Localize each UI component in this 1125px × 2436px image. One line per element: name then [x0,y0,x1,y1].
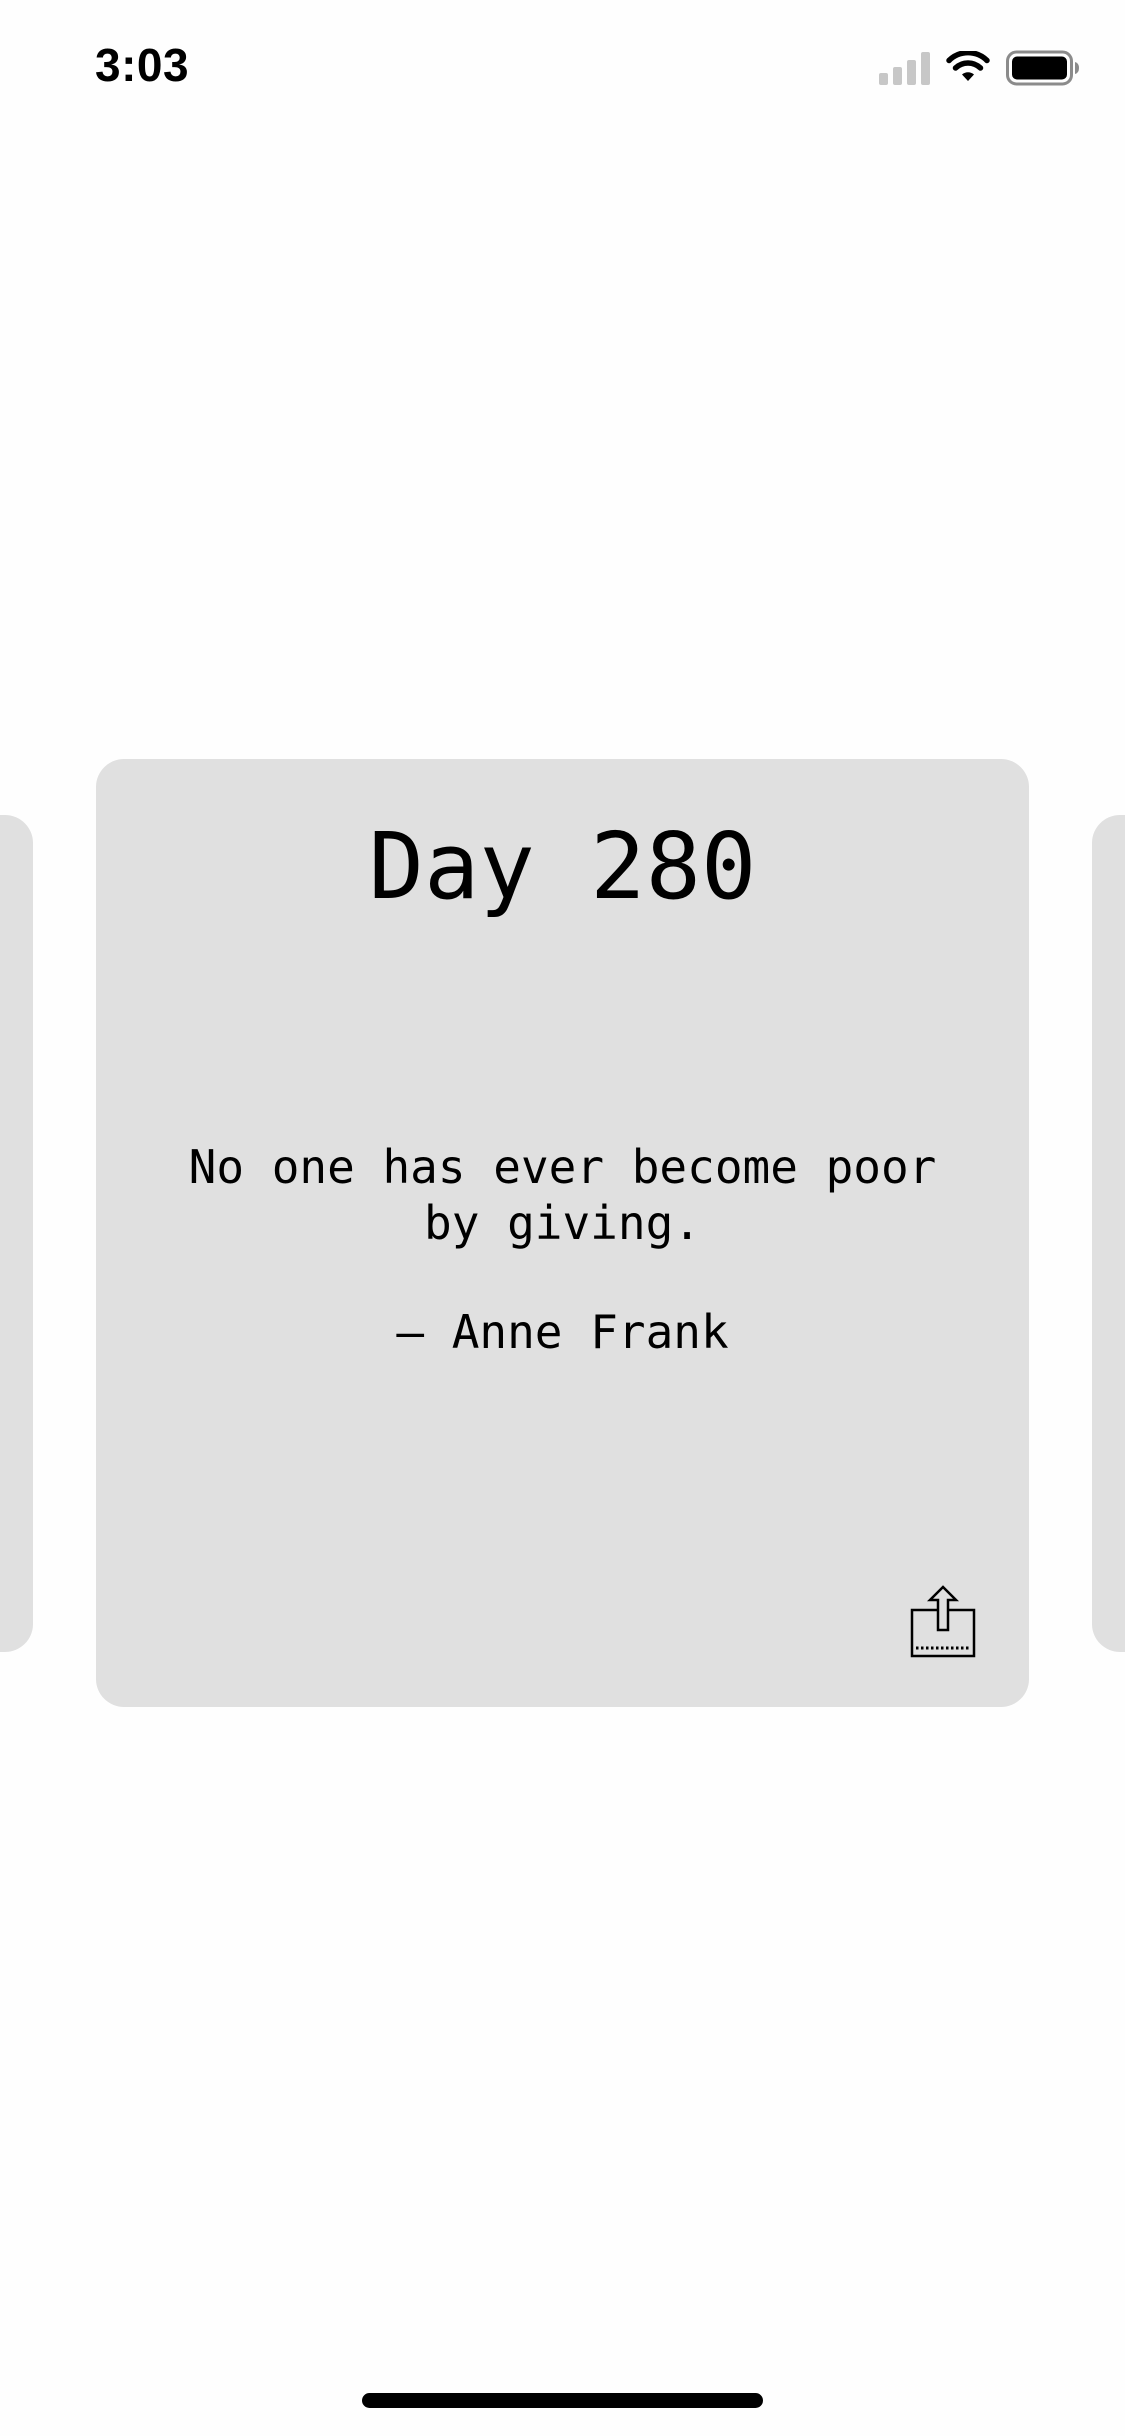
quote-text: No one has ever become poor by giving. [188,1140,937,1250]
battery-icon [1006,50,1079,86]
next-card-peek[interactable] [1092,815,1125,1652]
home-indicator[interactable] [362,2393,763,2408]
status-time: 3:03 [95,39,190,91]
cellular-signal-icon [879,51,930,85]
share-button[interactable] [908,1584,978,1660]
status-bar: 3:03 [0,0,1125,140]
previous-card-peek[interactable] [0,815,33,1652]
quote-card: Day 280 No one has ever become poor by g… [96,759,1029,1707]
day-title: Day 280 [368,813,757,920]
quote-author: — Anne Frank [396,1305,729,1359]
share-icon [910,1585,976,1658]
screen: 3:03 Day 280 No one has ever become poor… [0,0,1125,2436]
status-icons [879,48,1080,88]
wifi-icon [946,51,990,81]
